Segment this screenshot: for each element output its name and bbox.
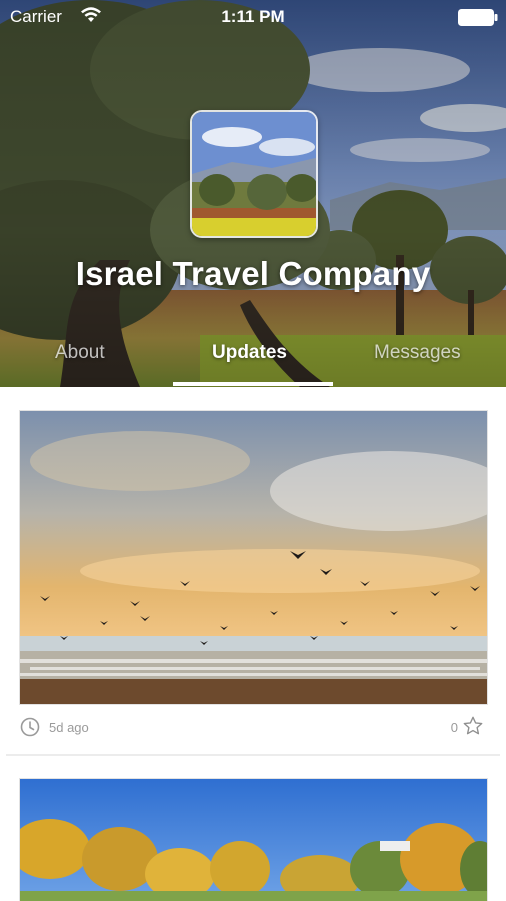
battery-icon: [458, 9, 498, 31]
post-divider: [6, 754, 500, 756]
clock-icon: [20, 717, 40, 742]
tab-updates[interactable]: Updates: [212, 342, 287, 364]
post-timestamp: 5d ago: [49, 720, 89, 735]
status-bar: Carrier 1:11 PM: [0, 0, 506, 34]
updates-feed: 5d ago 0: [0, 387, 506, 901]
star-icon[interactable]: [462, 715, 484, 742]
post-card[interactable]: 5d ago 0: [19, 410, 488, 751]
post-meta: 5d ago 0: [19, 705, 488, 751]
like-count: 0: [450, 720, 458, 735]
clock-time: 1:11 PM: [221, 7, 285, 26]
tab-messages[interactable]: Messages: [374, 342, 461, 364]
post-card[interactable]: [19, 778, 488, 901]
post-image[interactable]: [19, 410, 488, 705]
profile-avatar[interactable]: [190, 110, 318, 238]
post-image[interactable]: [19, 778, 488, 901]
tab-bar: About Updates Messages: [0, 336, 506, 387]
tab-about[interactable]: About: [55, 342, 105, 364]
active-tab-indicator: [173, 382, 333, 386]
profile-header: Carrier 1:11 PM Israel Travel Company Ab…: [0, 0, 506, 387]
page-title: Israel Travel Company: [75, 255, 431, 292]
